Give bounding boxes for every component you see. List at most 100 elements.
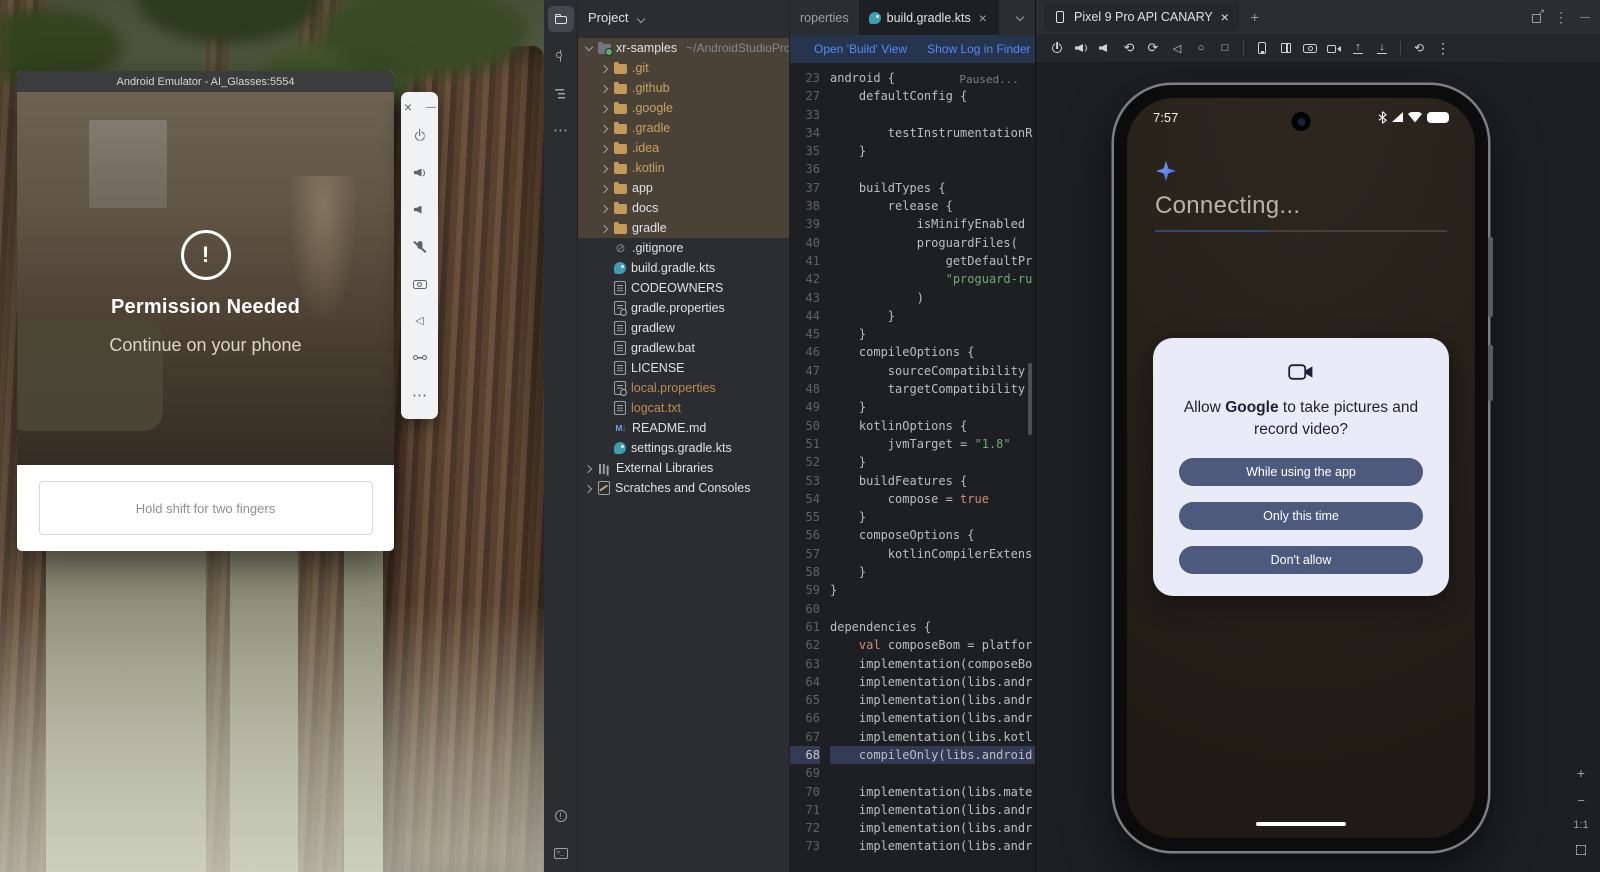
tree-item-build-gradle-kts[interactable]: build.gradle.kts (578, 258, 789, 278)
close-tab-icon[interactable] (977, 12, 989, 24)
back-button[interactable] (401, 302, 438, 339)
volume-rocker-button[interactable] (1488, 237, 1493, 317)
zoom-reset-button[interactable]: 1:1 (1573, 819, 1588, 831)
hidden-tabs-chevron-icon[interactable] (1013, 10, 1029, 26)
properties-icon (614, 381, 626, 395)
camera-button[interactable] (401, 265, 438, 302)
home-button[interactable] (1190, 37, 1212, 59)
folder-icon (614, 164, 627, 174)
tree-item-xr-samples[interactable]: xr-samples~/AndroidStudioProj (578, 38, 789, 58)
volume-down-button[interactable] (401, 191, 438, 228)
tree-item-gitignore[interactable]: .gitignore (578, 238, 789, 258)
line-number: 43 (790, 289, 820, 307)
tab-gradle-properties[interactable]: roperties (790, 0, 859, 35)
volume-down-button[interactable] (1094, 37, 1116, 59)
more-tools-button[interactable] (548, 117, 574, 143)
zoom-to-fit-button[interactable] (1573, 842, 1589, 858)
line-number: 72 (790, 819, 820, 837)
permission-button-don-t-allow[interactable]: Don't allow (1179, 546, 1423, 574)
emulator-title-bar[interactable]: Android Emulator - AI_Glasses:5554 (17, 71, 394, 92)
tree-item-gradle[interactable]: .gradle (578, 118, 789, 138)
more-h-button[interactable] (401, 376, 438, 413)
editor-scrollbar[interactable] (1028, 363, 1032, 435)
tree-item-git[interactable]: .git (578, 58, 789, 78)
download-button[interactable] (1371, 37, 1393, 59)
gesture-navigation-bar[interactable] (1256, 822, 1346, 826)
close-button[interactable] (401, 100, 415, 114)
commit-button[interactable] (548, 43, 574, 69)
power-hardware-button[interactable] (1488, 345, 1493, 401)
project-panel-header: Project (578, 0, 789, 35)
terminal-button[interactable] (548, 840, 574, 866)
tab-pixel-9-pro-api-canary[interactable]: Pixel 9 Pro API CANARY (1044, 3, 1239, 31)
editor-code-area[interactable]: 2327333435363738394041424344454647484950… (790, 63, 1035, 872)
power-button[interactable] (1046, 37, 1068, 59)
upload-button[interactable] (1347, 37, 1369, 59)
project-button[interactable] (548, 6, 574, 32)
permission-button-while-using-the-app[interactable]: While using the app (1179, 458, 1423, 486)
screenshot-button[interactable] (1251, 37, 1273, 59)
tree-item-gradlew[interactable]: gradlew (578, 318, 789, 338)
tree-item-docs[interactable]: docs (578, 198, 789, 218)
tab-build-gradle-kts[interactable]: build.gradle.kts (859, 0, 999, 35)
show-log-in-finder-link[interactable]: Show Log in Finder (927, 42, 1030, 56)
zoom-in-button[interactable] (1573, 765, 1589, 781)
power-button[interactable] (401, 117, 438, 154)
hide-panel-icon[interactable] (1577, 9, 1593, 25)
tree-item-google[interactable]: .google (578, 98, 789, 118)
tree-item-readme-md[interactable]: README.md (578, 418, 789, 438)
tree-item-app[interactable]: app (578, 178, 789, 198)
new-device-tab-button[interactable] (1247, 9, 1263, 25)
camera-button[interactable] (1299, 37, 1321, 59)
device-screen[interactable]: 7:57 (1127, 98, 1475, 838)
open-in-new-window-icon[interactable] (1529, 9, 1545, 25)
layout-button[interactable] (1275, 37, 1297, 59)
structure-button[interactable] (548, 80, 574, 106)
more-options-icon[interactable] (1553, 9, 1569, 25)
glasses-button[interactable] (401, 339, 438, 376)
tree-item-logcat-txt[interactable]: logcat.txt (578, 398, 789, 418)
mic-off-button[interactable] (401, 228, 438, 265)
tree-item-idea[interactable]: .idea (578, 138, 789, 158)
zoom-out-button[interactable] (1573, 792, 1589, 808)
tree-item-github[interactable]: .github (578, 78, 789, 98)
problems-icon (553, 808, 569, 824)
rotate-left-button[interactable] (1118, 37, 1140, 59)
code-line (830, 106, 1035, 124)
restore-button[interactable] (1408, 37, 1430, 59)
overview-nav-icon (1217, 40, 1233, 56)
more-v-button[interactable] (1432, 37, 1454, 59)
tree-item-gradlew-bat[interactable]: gradlew.bat (578, 338, 789, 358)
record-button[interactable] (1323, 37, 1345, 59)
overview-button[interactable] (1214, 37, 1236, 59)
tree-item-local-properties[interactable]: local.properties (578, 378, 789, 398)
emulator-screen[interactable]: Permission Needed Continue on your phone (17, 92, 394, 465)
chevron-right-icon (600, 184, 609, 193)
back-button[interactable] (1166, 37, 1188, 59)
minimize-button[interactable] (424, 100, 438, 114)
running-devices-tab-bar: Pixel 9 Pro API CANARY (1036, 0, 1600, 34)
tree-item-external-libraries[interactable]: External Libraries (578, 458, 789, 478)
tree-item-codeowners[interactable]: CODEOWNERS (578, 278, 789, 298)
tree-item-scratches-and-consoles[interactable]: Scratches and Consoles (578, 478, 789, 498)
permission-button-only-this-time[interactable]: Only this time (1179, 502, 1423, 530)
open-build-view-link[interactable]: Open 'Build' View (814, 42, 907, 56)
line-number: 51 (790, 435, 820, 453)
project-panel-title[interactable]: Project (588, 10, 628, 25)
rotate-right-button[interactable] (1142, 37, 1164, 59)
tree-item-kotlin[interactable]: .kotlin (578, 158, 789, 178)
tree-item-license[interactable]: LICENSE (578, 358, 789, 378)
tree-item-gradle[interactable]: gradle (578, 218, 789, 238)
problems-button[interactable] (548, 803, 574, 829)
volume-up-button[interactable] (401, 154, 438, 191)
volume-down-icon (412, 202, 428, 218)
phone-icon (1052, 9, 1068, 25)
close-tab-icon[interactable] (1219, 11, 1231, 23)
tree-item-gradle-properties[interactable]: gradle.properties (578, 298, 789, 318)
power-icon (1049, 40, 1065, 56)
line-number: 52 (790, 453, 820, 471)
project-view-chevron-icon[interactable] (634, 12, 646, 24)
volume-up-button[interactable] (1070, 37, 1092, 59)
permission-dialog: Allow Google to take pictures and record… (1153, 338, 1449, 596)
tree-item-settings-gradle-kts[interactable]: settings.gradle.kts (578, 438, 789, 458)
